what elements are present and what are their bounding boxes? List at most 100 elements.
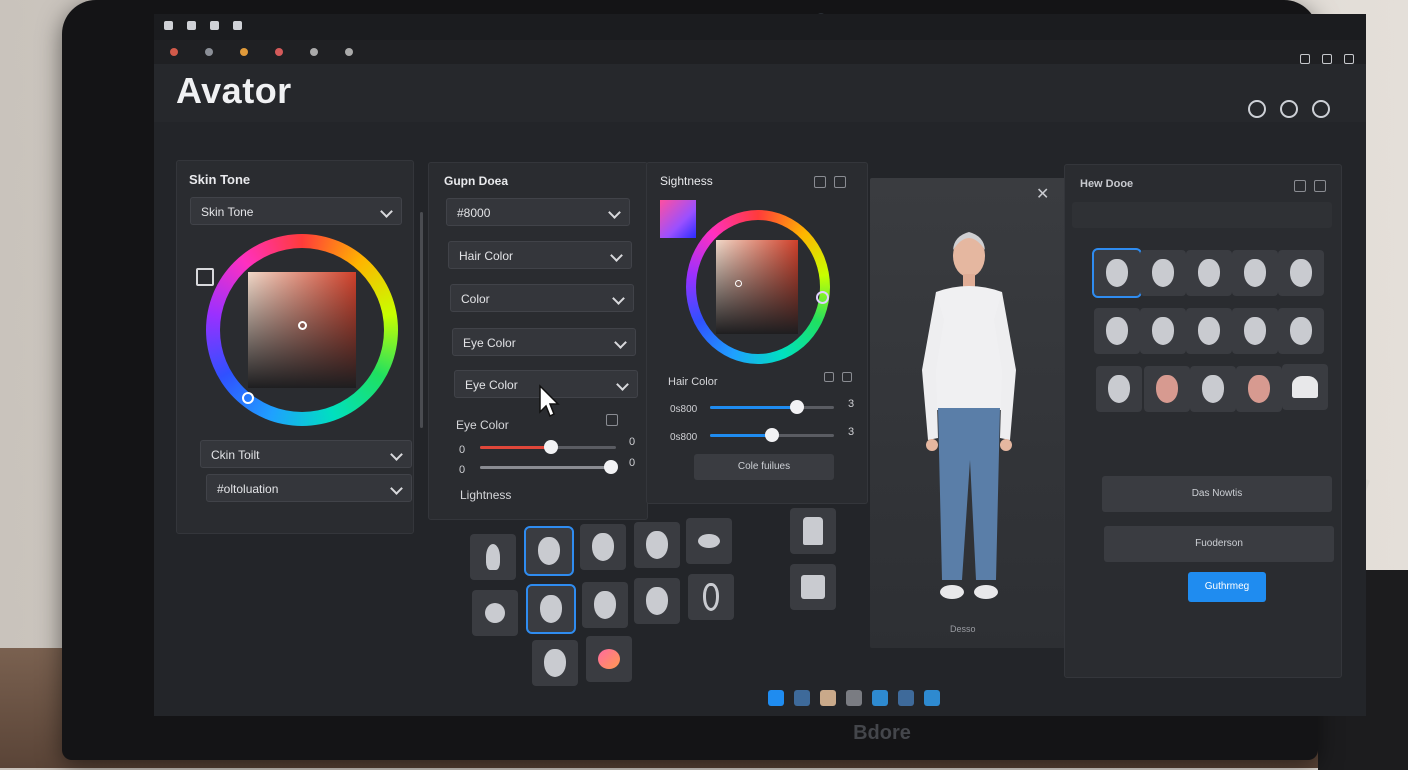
skin-tone-dropdown[interactable]: Skin Tone: [190, 197, 402, 225]
hair-slider-1[interactable]: [710, 400, 834, 414]
app-icon[interactable]: [187, 21, 196, 30]
browser-tabs: [154, 40, 1366, 64]
library-button-2[interactable]: Fuoderson: [1104, 526, 1334, 562]
mouse-cursor: [539, 384, 560, 418]
close-preview-icon[interactable]: ✕: [1036, 184, 1049, 204]
browser-tab[interactable]: [164, 46, 189, 58]
copy-icon[interactable]: [824, 372, 834, 382]
head-tile[interactable]: [580, 524, 626, 570]
close-icon[interactable]: [1344, 54, 1354, 64]
library-item[interactable]: [1092, 248, 1142, 298]
mask-tile[interactable]: [532, 640, 578, 686]
skull-tile[interactable]: [582, 582, 628, 628]
share-icon[interactable]: [1280, 100, 1298, 118]
hair-color-picker-knob[interactable]: [735, 280, 742, 287]
checkbox[interactable]: [196, 268, 214, 286]
beard-tile[interactable]: [634, 522, 680, 568]
nose-tile[interactable]: [470, 534, 516, 580]
shirt-tile[interactable]: [790, 508, 836, 554]
hair-slider-2[interactable]: [710, 428, 834, 442]
head-icon: [1198, 259, 1220, 287]
slider-thumb[interactable]: [603, 460, 618, 474]
face-detail-tile[interactable]: [526, 584, 576, 634]
skin-hue-knob[interactable]: [242, 392, 254, 404]
app-icon[interactable]: [768, 690, 784, 706]
skin-tone-secondary-dropdown[interactable]: Ckin Toilt: [200, 440, 412, 468]
library-item[interactable]: [1282, 364, 1328, 410]
slider-thumb[interactable]: [765, 428, 779, 442]
eye-color-dropdown[interactable]: Eye Color: [452, 328, 636, 356]
slider-min-value: 0s800: [670, 404, 698, 415]
browser-tab[interactable]: [304, 46, 329, 58]
library-item[interactable]: [1236, 366, 1282, 412]
app-icon[interactable]: [164, 21, 173, 30]
mouth-tile[interactable]: [686, 518, 732, 564]
head-icon: [1198, 317, 1220, 345]
slider-thumb[interactable]: [789, 400, 804, 414]
menu-icon[interactable]: [1312, 100, 1330, 118]
copy-icon[interactable]: [606, 414, 618, 426]
browser-tab[interactable]: [339, 46, 364, 58]
library-button-1[interactable]: Das Nowtis: [1102, 476, 1332, 512]
hair-color-dropdown[interactable]: Hair Color: [448, 241, 632, 269]
app-icon[interactable]: [846, 690, 862, 706]
app-icon[interactable]: [210, 21, 219, 30]
hair-color-square[interactable]: [716, 240, 798, 334]
library-item[interactable]: [1232, 308, 1278, 354]
library-item[interactable]: [1140, 250, 1186, 296]
avatar-body-tile[interactable]: [472, 590, 518, 636]
settings-icon[interactable]: [1314, 180, 1326, 192]
browser-tab[interactable]: [234, 46, 259, 58]
link-icon[interactable]: [842, 372, 852, 382]
tab-favicon: [345, 48, 353, 56]
library-item[interactable]: [1094, 308, 1140, 354]
face-shape-tile[interactable]: [524, 526, 574, 576]
expression-tile[interactable]: [634, 578, 680, 624]
slider-thumb[interactable]: [543, 440, 558, 454]
generate-button[interactable]: Guthrmeg: [1188, 572, 1266, 602]
app-icon[interactable]: [820, 690, 836, 706]
minimize-icon[interactable]: [1300, 54, 1310, 64]
library-item[interactable]: [1144, 366, 1190, 412]
slider-max-value: 0: [629, 457, 636, 469]
library-item[interactable]: [1278, 308, 1324, 354]
saturation-dropdown[interactable]: #oltoluation: [206, 474, 412, 502]
maximize-icon[interactable]: [1322, 54, 1332, 64]
head-icon: [1156, 375, 1178, 403]
color-swatch[interactable]: [660, 200, 696, 238]
hex-dropdown[interactable]: #8000: [446, 198, 630, 226]
hair-hue-knob[interactable]: [816, 291, 829, 304]
ear-tile[interactable]: [688, 574, 734, 620]
app-icon[interactable]: [794, 690, 810, 706]
library-item[interactable]: [1232, 250, 1278, 296]
eye-color-slider-2[interactable]: [480, 460, 618, 474]
color-features-button[interactable]: Cole fuilues: [694, 454, 834, 480]
panel-scrollbar[interactable]: [420, 212, 423, 428]
settings-icon[interactable]: [834, 176, 846, 188]
collapse-icon[interactable]: [1294, 180, 1306, 192]
library-item[interactable]: [1096, 366, 1142, 412]
library-item[interactable]: [1140, 308, 1186, 354]
library-item[interactable]: [1190, 366, 1236, 412]
app-icon[interactable]: [898, 690, 914, 706]
library-item[interactable]: [1186, 308, 1232, 354]
expand-icon[interactable]: [814, 176, 826, 188]
app-icon[interactable]: [924, 690, 940, 706]
eye-color-slider-1[interactable]: [480, 440, 616, 454]
app-header: [154, 64, 1366, 122]
browser-tab[interactable]: [199, 46, 224, 58]
browser-tab[interactable]: [269, 46, 294, 58]
library-search[interactable]: [1072, 202, 1332, 228]
app-icon[interactable]: [233, 21, 242, 30]
link-icon[interactable]: [626, 414, 638, 426]
skin-color-picker-knob[interactable]: [298, 321, 307, 330]
tshirt-tile[interactable]: [790, 564, 836, 610]
library-item[interactable]: [1186, 250, 1232, 296]
skin-color-square[interactable]: [248, 272, 356, 388]
chevron-down-icon: [614, 336, 627, 349]
user-icon[interactable]: [1248, 100, 1266, 118]
color-dropdown[interactable]: Color: [450, 284, 634, 312]
library-item[interactable]: [1278, 250, 1324, 296]
app-icon[interactable]: [872, 690, 888, 706]
makeup-tile[interactable]: [586, 636, 632, 682]
